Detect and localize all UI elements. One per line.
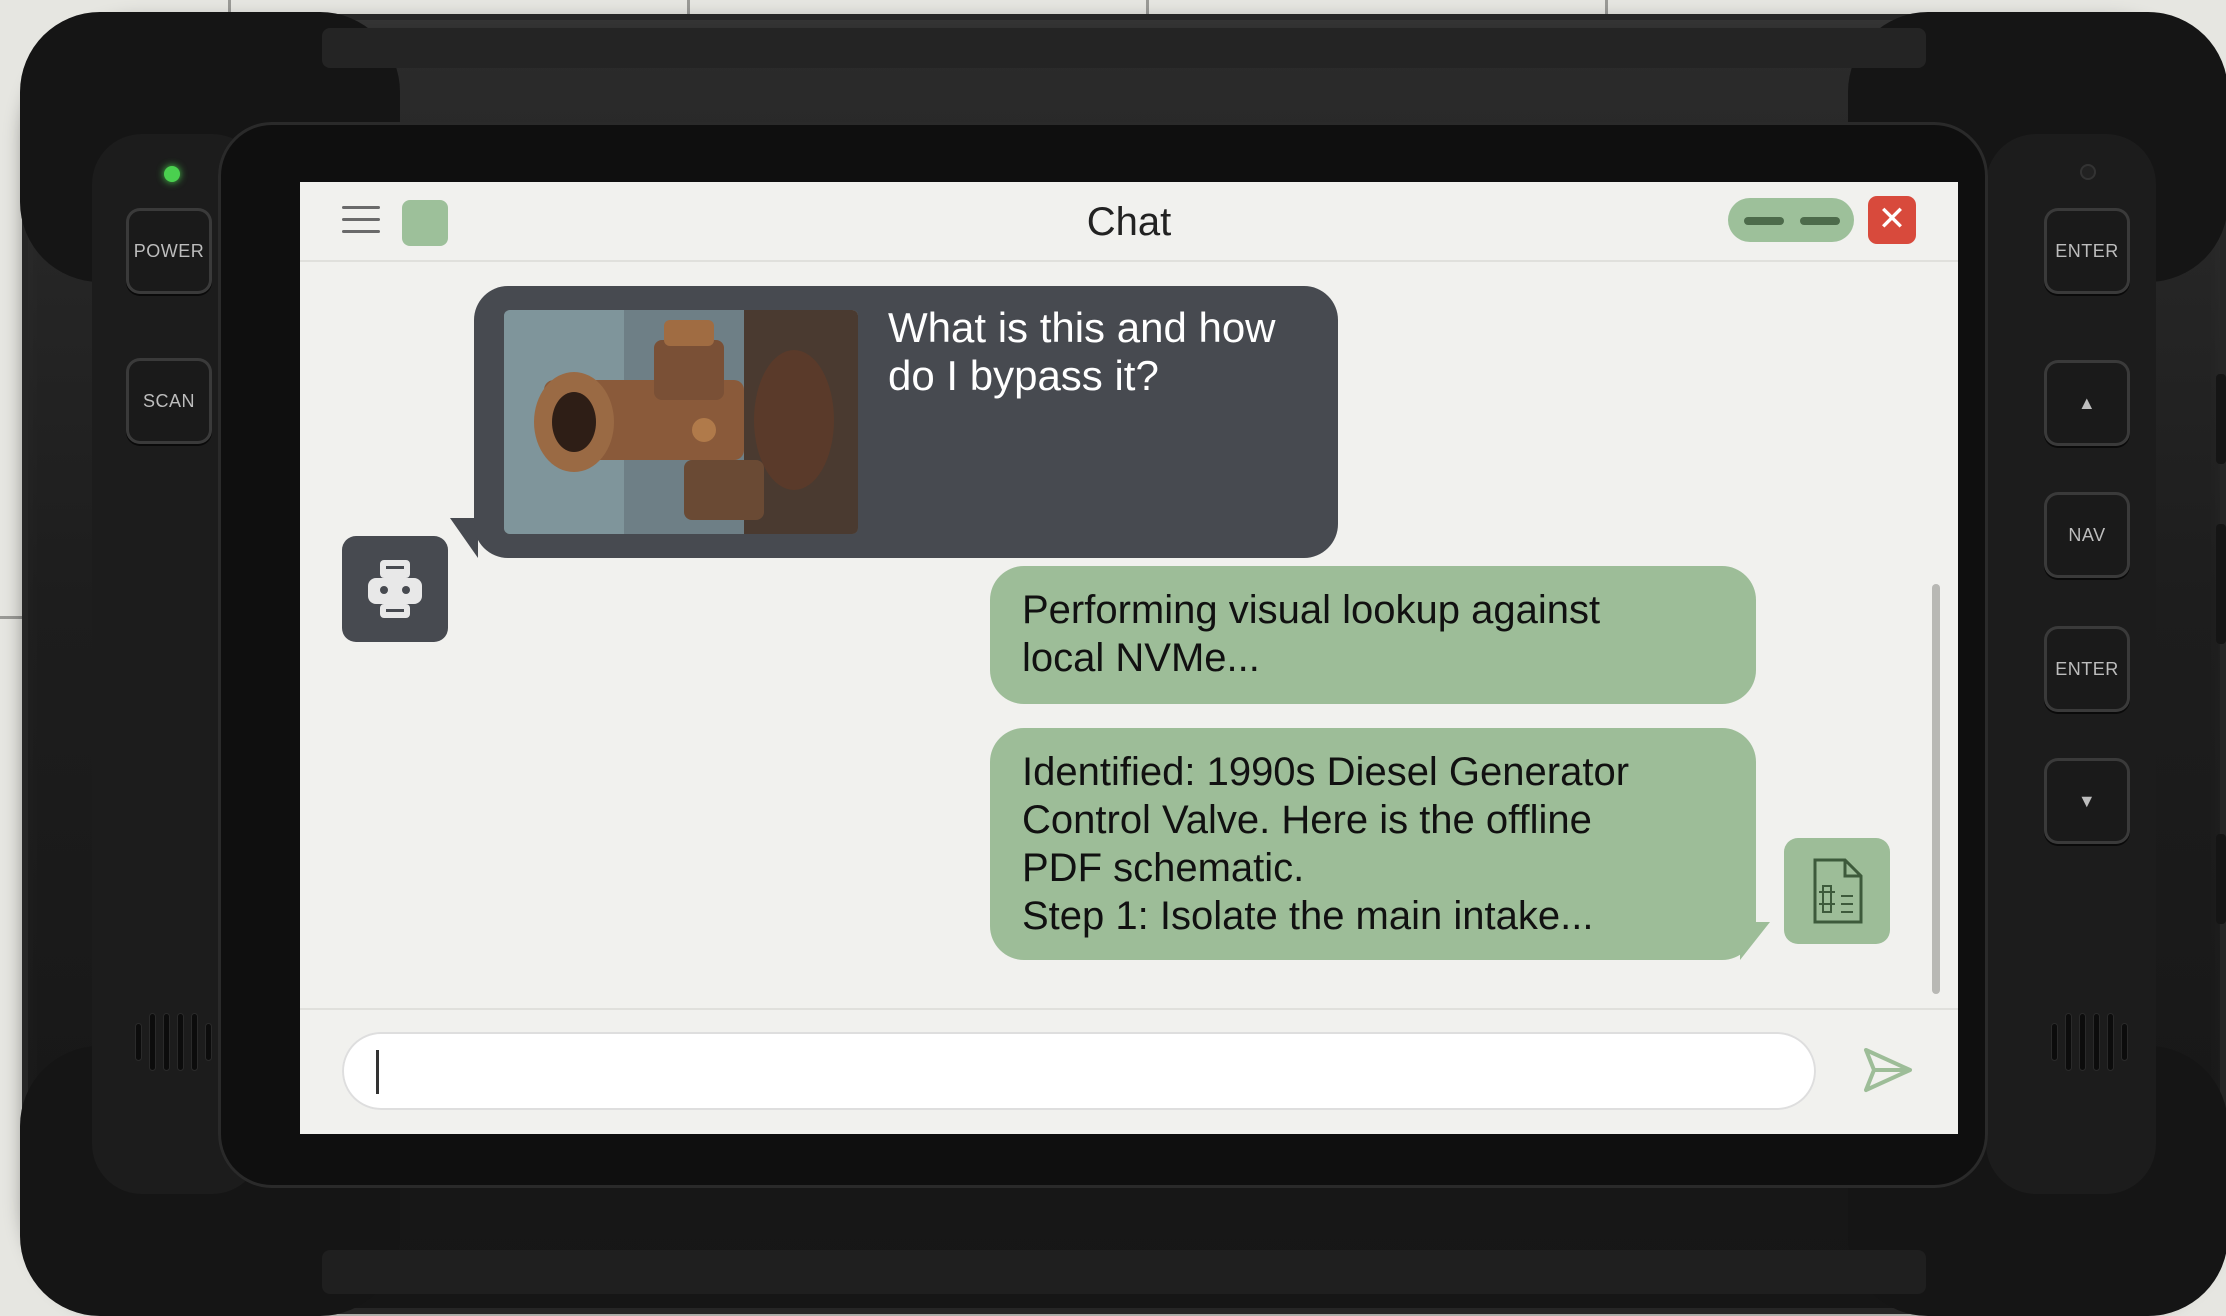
power-led-icon (164, 166, 180, 182)
up-arrow-button[interactable]: ▲ (2044, 360, 2130, 446)
message-line: Performing visual lookup against (1022, 588, 1601, 632)
side-nub (2216, 834, 2226, 924)
enter-button-top[interactable]: ENTER (2044, 208, 2130, 294)
message-line: Control Valve. Here is the offline (1022, 798, 1592, 842)
robot-avatar-icon (342, 536, 448, 642)
message-line: do I bypass it? (888, 352, 1159, 399)
scrollbar[interactable] (1932, 584, 1940, 994)
message-input[interactable] (376, 1032, 1786, 1112)
composer-bar (300, 1008, 1958, 1134)
chat-app-screen: Chat ✕ What is this and how do I bypass … (300, 182, 1958, 1134)
power-button[interactable]: POWER (126, 208, 212, 294)
bottom-ridge (322, 1250, 1926, 1294)
robot-glyph-icon (368, 560, 422, 618)
top-ridge (322, 28, 1926, 68)
message-line: Step 1: Isolate the main intake... (1022, 894, 1594, 938)
send-icon[interactable] (1860, 1044, 1916, 1096)
scan-button[interactable]: SCAN (126, 358, 212, 444)
close-icon[interactable]: ✕ (1868, 196, 1916, 244)
assistant-message-bubble: Identified: 1990s Diesel Generator Contr… (990, 728, 1756, 960)
message-line: PDF schematic. (1022, 846, 1305, 890)
pdf-file-icon[interactable] (1784, 838, 1890, 944)
side-nub (2216, 524, 2226, 644)
down-arrow-button[interactable]: ▼ (2044, 758, 2130, 844)
user-message-bubble: What is this and how do I bypass it? (474, 286, 1338, 558)
right-speaker-grill (2052, 1014, 2127, 1070)
message-line: local NVMe... (1022, 636, 1260, 680)
status-led-icon (2080, 164, 2096, 180)
side-nub (2216, 374, 2226, 464)
left-speaker-grill (136, 1014, 211, 1070)
bubble-tail (1740, 922, 1770, 960)
window-title: Chat (1086, 200, 1172, 244)
message-input-container (342, 1032, 1816, 1112)
user-message-text: What is this and how do I bypass it? (888, 304, 1308, 400)
title-bar: Chat ✕ (300, 182, 1958, 262)
message-list: What is this and how do I bypass it? Per… (300, 262, 1958, 1008)
message-line: What is this and how (888, 304, 1276, 351)
valve-photo-attachment[interactable] (504, 310, 858, 534)
message-line: Identified: 1990s Diesel Generator (1022, 750, 1630, 794)
text-caret (376, 1050, 379, 1094)
nav-button[interactable]: NAV (2044, 492, 2130, 578)
enter-button-bottom[interactable]: ENTER (2044, 626, 2130, 712)
window-controls-icon[interactable] (1728, 198, 1854, 242)
assistant-message-bubble: Performing visual lookup against local N… (990, 566, 1756, 704)
